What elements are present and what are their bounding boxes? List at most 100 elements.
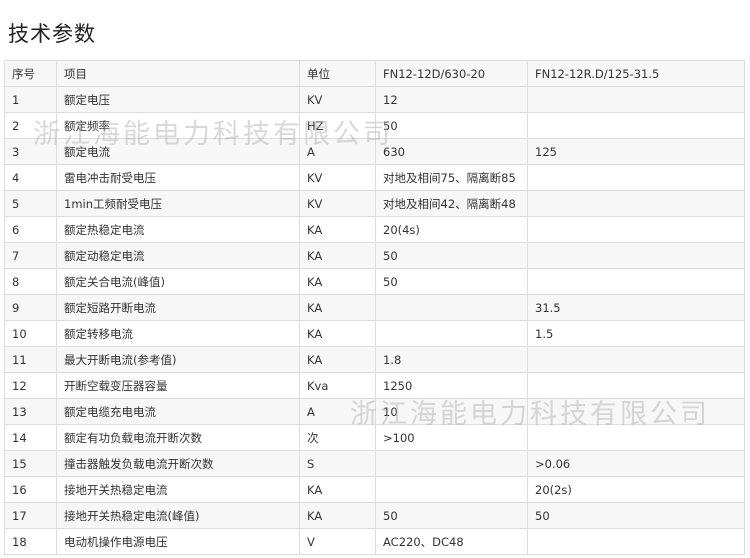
table-row: 11 最大开断电流(参考值) KA 1.8 [4,346,745,373]
cell-item: 撞击器触发负载电流开断次数 [56,450,300,477]
cell-unit: KA [299,242,376,269]
table-row: 10 额定转移电流 KA 1.5 [4,320,745,347]
table-row: 8 额定关合电流(峰值) KA 50 [4,268,745,295]
cell-model-a: AC220、DC48 [375,528,528,555]
table-row: 9 额定短路开断电流 KA 31.5 [4,294,745,321]
cell-index: 6 [4,216,57,243]
table-row: 6 额定热稳定电流 KA 20(4s) [4,216,745,243]
cell-index: 7 [4,242,57,269]
cell-model-b: 31.5 [527,294,745,321]
cell-item: 雷电冲击耐受电压 [56,164,300,191]
cell-item: 额定频率 [56,112,300,139]
cell-index: 15 [4,450,57,477]
header-item: 项目 [56,60,300,87]
cell-model-b [527,268,745,295]
cell-model-b [527,528,745,555]
cell-unit: V [299,528,376,555]
cell-model-b [527,242,745,269]
cell-unit: KA [299,216,376,243]
cell-model-b: 125 [527,138,745,165]
table-row: 15 撞击器触发负载电流开断次数 S >0.06 [4,450,745,477]
table-row: 13 额定电缆充电电流 A 10 [4,398,745,425]
cell-model-b [527,372,745,399]
cell-model-a: 对地及相间75、隔离断85 [375,164,528,191]
cell-index: 17 [4,502,57,529]
cell-index: 10 [4,320,57,347]
cell-index: 9 [4,294,57,321]
table-row: 3 额定电流 A 630 125 [4,138,745,165]
cell-unit: S [299,450,376,477]
table-row: 5 1min工频耐受电压 KV 对地及相间42、隔离断48 [4,190,745,217]
cell-unit: KV [299,164,376,191]
cell-item: 接地开关热稳定电流(峰值) [56,502,300,529]
table-row: 4 雷电冲击耐受电压 KV 对地及相间75、隔离断85 [4,164,745,191]
cell-model-b [527,86,745,113]
cell-index: 5 [4,190,57,217]
table-row: 7 额定动稳定电流 KA 50 [4,242,745,269]
cell-unit: A [299,138,376,165]
cell-index: 3 [4,138,57,165]
cell-index: 2 [4,112,57,139]
header-model-b: FN12-12R.D/125-31.5 [527,60,745,87]
table-row: 17 接地开关热稳定电流(峰值) KA 50 50 [4,502,745,529]
table-header-row: 序号 项目 单位 FN12-12D/630-20 FN12-12R.D/125-… [4,60,745,87]
header-index: 序号 [4,60,57,87]
cell-model-b: >0.06 [527,450,745,477]
cell-model-b [527,190,745,217]
cell-item: 1min工频耐受电压 [56,190,300,217]
cell-model-b [527,164,745,191]
cell-item: 额定转移电流 [56,320,300,347]
cell-model-a: 20(4s) [375,216,528,243]
cell-model-a: >100 [375,424,528,451]
cell-model-b [527,424,745,451]
cell-item: 额定有功负载电流开断次数 [56,424,300,451]
cell-model-a [375,294,528,321]
cell-item: 开断空载变压器容量 [56,372,300,399]
cell-index: 4 [4,164,57,191]
cell-item: 接地开关热稳定电流 [56,476,300,503]
header-model-a: FN12-12D/630-20 [375,60,528,87]
cell-model-a: 对地及相间42、隔离断48 [375,190,528,217]
cell-model-a: 10 [375,398,528,425]
cell-model-a: 1.8 [375,346,528,373]
cell-unit: HZ [299,112,376,139]
cell-unit: 次 [299,424,376,451]
cell-model-a [375,450,528,477]
cell-unit: KV [299,190,376,217]
cell-model-a: 630 [375,138,528,165]
cell-index: 13 [4,398,57,425]
table-row: 18 电动机操作电源电压 V AC220、DC48 [4,528,745,555]
cell-index: 14 [4,424,57,451]
cell-index: 16 [4,476,57,503]
cell-unit: KA [299,294,376,321]
cell-model-b: 20(2s) [527,476,745,503]
table-row: 2 额定频率 HZ 50 [4,112,745,139]
cell-unit: Kva [299,372,376,399]
cell-unit: KA [299,320,376,347]
cell-model-a [375,320,528,347]
cell-model-b [527,398,745,425]
cell-item: 额定动稳定电流 [56,242,300,269]
header-unit: 单位 [299,60,376,87]
cell-index: 12 [4,372,57,399]
tech-params-table: 序号 项目 单位 FN12-12D/630-20 FN12-12R.D/125-… [4,60,745,555]
cell-model-a: 50 [375,112,528,139]
cell-unit: KV [299,86,376,113]
cell-model-b [527,346,745,373]
cell-unit: KA [299,346,376,373]
table-row: 14 额定有功负载电流开断次数次 >100 [4,424,745,451]
cell-model-b: 50 [527,502,745,529]
cell-model-a [375,476,528,503]
cell-unit: KA [299,502,376,529]
cell-index: 1 [4,86,57,113]
cell-model-a: 50 [375,502,528,529]
cell-item: 额定电流 [56,138,300,165]
cell-item: 额定热稳定电流 [56,216,300,243]
table-row: 12 开断空载变压器容量 Kva 1250 [4,372,745,399]
cell-unit: KA [299,268,376,295]
cell-model-b: 1.5 [527,320,745,347]
cell-model-a: 12 [375,86,528,113]
cell-index: 18 [4,528,57,555]
cell-unit: A [299,398,376,425]
cell-index: 11 [4,346,57,373]
